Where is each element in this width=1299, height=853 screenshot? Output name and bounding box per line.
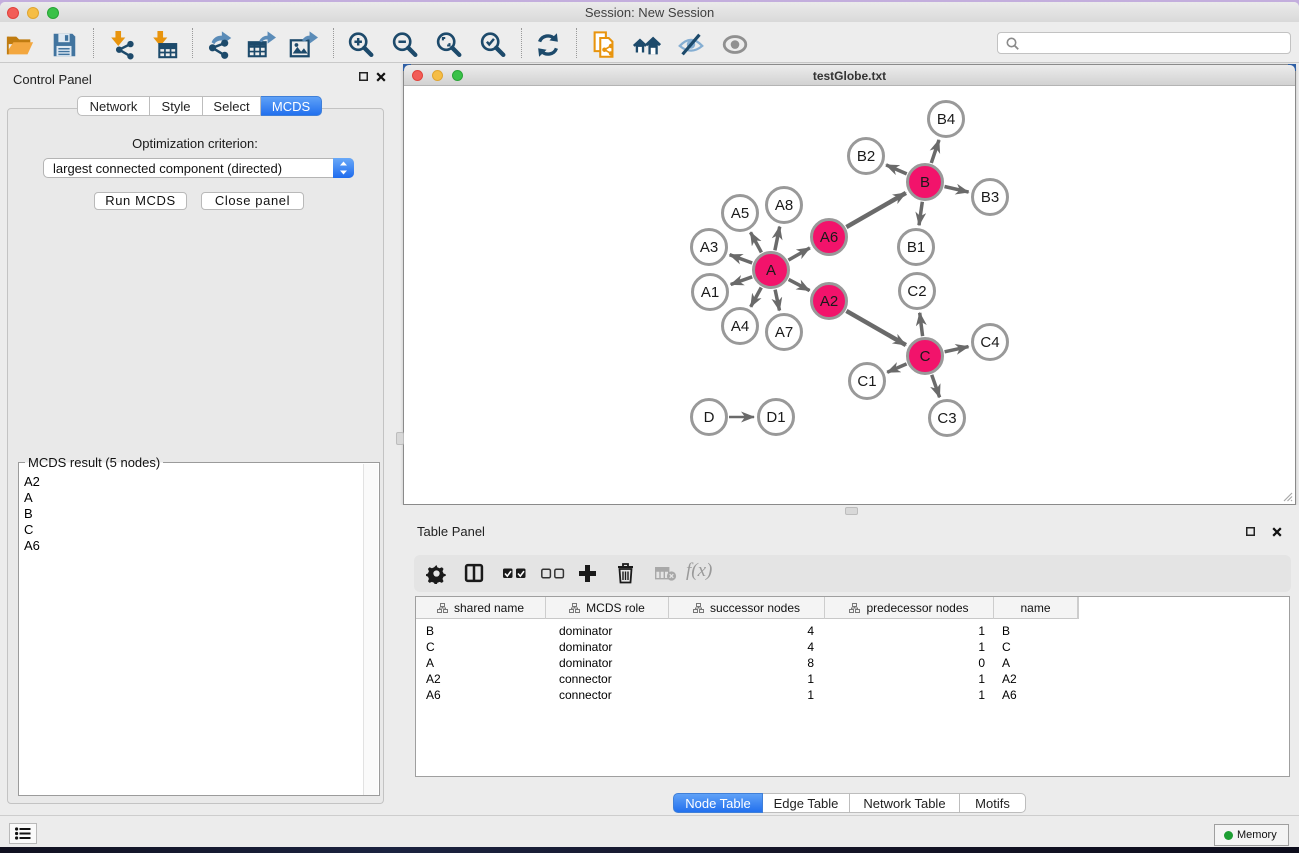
svg-text:B: B [920, 174, 930, 191]
svg-text:C1: C1 [857, 373, 876, 390]
svg-text:A4: A4 [731, 318, 749, 335]
svg-text:B4: B4 [937, 111, 955, 128]
svg-text:B1: B1 [907, 239, 925, 256]
svg-text:A1: A1 [701, 284, 719, 301]
svg-text:C3: C3 [937, 410, 956, 427]
svg-text:A: A [766, 262, 776, 279]
svg-text:B2: B2 [857, 148, 875, 165]
svg-text:C4: C4 [980, 334, 999, 351]
svg-text:A8: A8 [775, 197, 793, 214]
svg-text:C2: C2 [907, 283, 926, 300]
svg-text:A2: A2 [820, 293, 838, 310]
svg-text:A3: A3 [700, 239, 718, 256]
svg-text:A7: A7 [775, 324, 793, 341]
svg-text:A5: A5 [731, 205, 749, 222]
svg-text:D: D [704, 409, 715, 426]
svg-text:D1: D1 [766, 409, 785, 426]
svg-text:C: C [920, 348, 931, 365]
svg-text:B3: B3 [981, 189, 999, 206]
svg-text:A6: A6 [820, 229, 838, 246]
